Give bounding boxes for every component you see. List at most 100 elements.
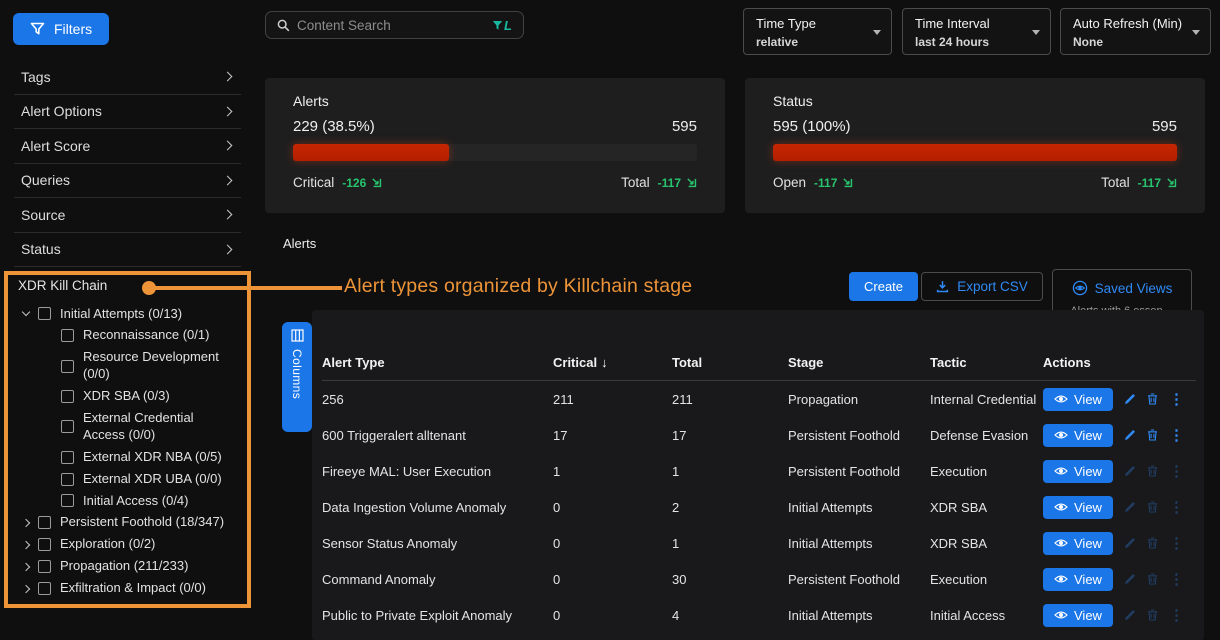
delete-icon[interactable]: [1147, 501, 1158, 513]
header-critical[interactable]: Critical↓: [553, 355, 672, 370]
tree-checkbox[interactable]: [61, 494, 74, 507]
columns-tab[interactable]: Columns: [282, 322, 312, 432]
time-type-dropdown[interactable]: Time Type relative: [743, 8, 892, 55]
tree-checkbox[interactable]: [38, 582, 51, 595]
delete-icon[interactable]: [1147, 609, 1158, 621]
kebab-menu-icon[interactable]: ⋮: [1169, 608, 1184, 623]
export-csv-button[interactable]: Export CSV: [921, 272, 1043, 301]
killchain-tree-item[interactable]: Persistent Foothold (18/347): [23, 512, 248, 534]
progress-bar-fill: [293, 144, 449, 161]
sidebar-filter-category[interactable]: Source: [14, 198, 241, 233]
funnel-small-icon: [492, 20, 503, 31]
tree-expand-icon[interactable]: [22, 540, 30, 548]
delete-icon[interactable]: [1147, 537, 1158, 549]
killchain-tree-item[interactable]: Exploration (0/2): [23, 534, 248, 556]
delete-icon[interactable]: [1147, 573, 1158, 585]
tree-expand-icon[interactable]: [22, 519, 30, 527]
tree-checkbox[interactable]: [38, 307, 51, 320]
killchain-tree-item[interactable]: Resource Development (0/0): [61, 347, 248, 386]
tree-expand-icon[interactable]: [22, 308, 30, 316]
view-button[interactable]: View: [1043, 388, 1113, 411]
card-footer-left: Open-117: [773, 175, 853, 190]
funnel-icon: [30, 22, 45, 36]
row-icon-group: ⋮: [1124, 536, 1184, 551]
killchain-tree-item[interactable]: External XDR UBA (0/0): [61, 468, 248, 490]
tree-checkbox[interactable]: [61, 420, 74, 433]
filters-button[interactable]: Filters: [13, 13, 109, 45]
delete-icon[interactable]: [1147, 465, 1158, 477]
tree-checkbox[interactable]: [61, 390, 74, 403]
tree-checkbox[interactable]: [38, 516, 51, 529]
auto-refresh-dropdown[interactable]: Auto Refresh (Min) None: [1060, 8, 1211, 55]
view-button[interactable]: View: [1043, 568, 1113, 591]
kebab-menu-icon[interactable]: ⋮: [1169, 428, 1184, 443]
row-icon-group: ⋮: [1124, 572, 1184, 587]
search-input[interactable]: [297, 18, 485, 33]
delete-icon[interactable]: [1147, 429, 1158, 441]
cell-stage: Propagation: [788, 392, 930, 407]
tree-item-label: Exfiltration & Impact (0/0): [60, 580, 206, 597]
cell-tactic: Defense Evasion: [930, 428, 1043, 443]
view-button[interactable]: View: [1043, 496, 1113, 519]
eye-icon: [1054, 574, 1068, 584]
chevron-right-icon: [223, 72, 233, 82]
killchain-tree-item[interactable]: Initial Attempts (0/13): [23, 303, 248, 325]
table-body: 256 211 211 Propagation Internal Credent…: [312, 381, 1204, 633]
table-row: Sensor Status Anomaly 0 1 Initial Attemp…: [312, 525, 1204, 561]
sidebar-filter-category[interactable]: Status: [14, 233, 241, 268]
view-button[interactable]: View: [1043, 460, 1113, 483]
tree-checkbox[interactable]: [61, 360, 74, 373]
header-total[interactable]: Total: [672, 355, 788, 370]
tree-item-label: Resource Development (0/0): [83, 349, 235, 383]
tree-checkbox[interactable]: [61, 473, 74, 486]
view-button[interactable]: View: [1043, 424, 1113, 447]
tree-checkbox[interactable]: [38, 560, 51, 573]
sidebar-filter-category[interactable]: Queries: [14, 164, 241, 199]
annotation-text: Alert types organized by Killchain stage: [344, 275, 692, 298]
edit-icon[interactable]: [1124, 609, 1136, 621]
dropdown-label: Time Interval: [915, 16, 1026, 31]
sidebar-filter-category[interactable]: Alert Options: [14, 95, 241, 130]
edit-icon[interactable]: [1124, 429, 1136, 441]
header-alert-type[interactable]: Alert Type: [322, 355, 553, 370]
killchain-tree-item[interactable]: XDR SBA (0/3): [61, 386, 248, 408]
killchain-tree-item[interactable]: External Credential Access (0/0): [61, 407, 248, 446]
time-interval-dropdown[interactable]: Time Interval last 24 hours: [902, 8, 1051, 55]
dropdown-value: last 24 hours: [915, 35, 1026, 49]
view-button-label: View: [1074, 536, 1102, 551]
cell-actions: View ⋮: [1043, 496, 1204, 519]
view-button[interactable]: View: [1043, 532, 1113, 555]
edit-icon[interactable]: [1124, 393, 1136, 405]
tree-expand-icon[interactable]: [22, 584, 30, 592]
kebab-menu-icon[interactable]: ⋮: [1169, 572, 1184, 587]
header-stage[interactable]: Stage: [788, 355, 930, 370]
kebab-menu-icon[interactable]: ⋮: [1169, 500, 1184, 515]
cell-stage: Persistent Foothold: [788, 428, 930, 443]
tree-expand-icon[interactable]: [22, 562, 30, 570]
edit-icon[interactable]: [1124, 465, 1136, 477]
killchain-tree-item[interactable]: Initial Access (0/4): [61, 490, 248, 512]
killchain-tree-item[interactable]: Reconnaissance (0/1): [61, 325, 248, 347]
kebab-menu-icon[interactable]: ⋮: [1169, 464, 1184, 479]
eye-icon: [1054, 538, 1068, 548]
delete-icon[interactable]: [1147, 393, 1158, 405]
killchain-tree-item[interactable]: Exfiltration & Impact (0/0): [23, 578, 248, 600]
sidebar-filter-category[interactable]: Tags: [14, 60, 241, 95]
killchain-tree-item[interactable]: Propagation (211/233): [23, 556, 248, 578]
lucene-filter-icon[interactable]: L: [492, 18, 512, 33]
create-button[interactable]: Create: [849, 272, 918, 301]
kebab-menu-icon[interactable]: ⋮: [1169, 536, 1184, 551]
killchain-tree-item[interactable]: External XDR NBA (0/5): [61, 446, 248, 468]
cell-actions: View ⋮: [1043, 568, 1204, 591]
tree-checkbox[interactable]: [38, 538, 51, 551]
tree-checkbox[interactable]: [61, 451, 74, 464]
view-button[interactable]: View: [1043, 604, 1113, 627]
edit-icon[interactable]: [1124, 573, 1136, 585]
tree-checkbox[interactable]: [61, 329, 74, 342]
cell-tactic: Execution: [930, 572, 1043, 587]
sidebar-filter-category[interactable]: Alert Score: [14, 129, 241, 164]
edit-icon[interactable]: [1124, 537, 1136, 549]
header-tactic[interactable]: Tactic: [930, 355, 1043, 370]
kebab-menu-icon[interactable]: ⋮: [1169, 392, 1184, 407]
edit-icon[interactable]: [1124, 501, 1136, 513]
